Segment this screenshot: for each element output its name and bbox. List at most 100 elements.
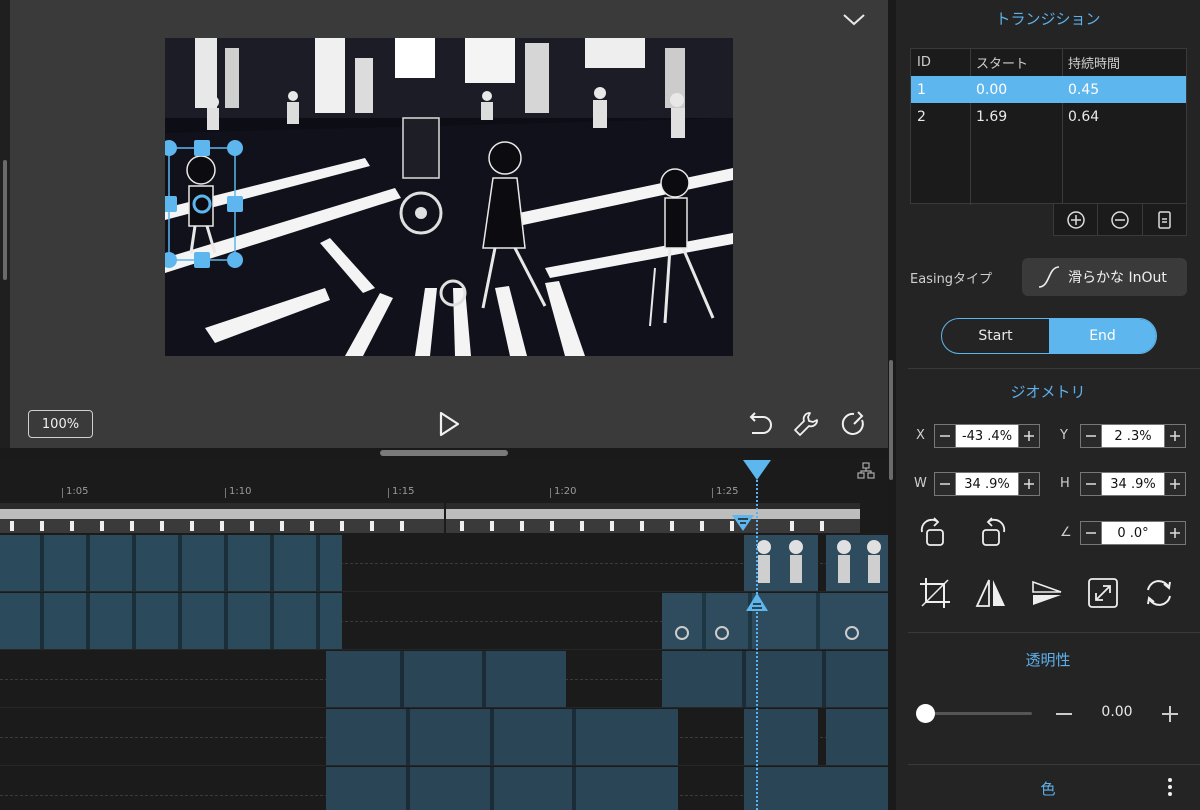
table-actions	[1053, 204, 1187, 236]
align-icon[interactable]	[1030, 576, 1064, 610]
undo-icon[interactable]	[742, 408, 774, 440]
fit-to-screen-icon[interactable]	[1086, 576, 1120, 610]
timeline-clip[interactable]	[0, 535, 342, 591]
minus-circle-icon	[1111, 210, 1129, 229]
row-start: 0.00	[976, 81, 1008, 98]
rotate-left-icon[interactable]	[974, 516, 1008, 550]
timeline-track[interactable]	[0, 651, 888, 708]
plus-icon	[1170, 479, 1180, 489]
ruler-tick	[225, 488, 226, 498]
table-row[interactable]: 1 0.00 0.45	[911, 76, 1186, 103]
timeline-track[interactable]	[0, 535, 888, 592]
ruler-tick-label: 1:15	[392, 486, 415, 497]
redo-icon[interactable]	[838, 408, 870, 440]
transition-detail-button[interactable]	[1141, 204, 1186, 235]
timeline-clip[interactable]	[0, 593, 342, 649]
playhead-handle[interactable]	[741, 458, 773, 482]
wrench-icon[interactable]	[790, 408, 822, 440]
row-duration: 0.64	[1068, 108, 1100, 125]
table-row[interactable]: 2 1.69 0.64	[911, 103, 1186, 130]
y-stepper[interactable]: 2 .3%	[1080, 423, 1188, 449]
section-divider	[908, 764, 1200, 765]
plus-icon	[1170, 528, 1180, 538]
timeline-clip[interactable]	[826, 535, 888, 591]
easing-label: Easingタイプ	[910, 272, 993, 287]
transition-marker-end-icon[interactable]	[731, 514, 755, 532]
timeline-track[interactable]	[0, 709, 888, 766]
timeline-clip[interactable]	[326, 767, 678, 810]
add-transition-button[interactable]	[1054, 204, 1097, 235]
section-divider	[908, 368, 1200, 369]
minus-icon	[1086, 483, 1096, 485]
w-decrement-button[interactable]	[934, 472, 956, 496]
angle-value-field[interactable]: 0 .0°	[1102, 521, 1164, 545]
layers-icon[interactable]	[857, 462, 875, 480]
ruler-tick-label: 1:10	[229, 486, 252, 497]
rotate-right-icon[interactable]	[918, 516, 952, 550]
w-increment-button[interactable]	[1018, 472, 1040, 496]
opacity-increment-button[interactable]	[1160, 704, 1180, 724]
h-increment-button[interactable]	[1164, 472, 1186, 496]
preview-scrollbar[interactable]	[3, 160, 7, 280]
play-icon[interactable]	[432, 408, 464, 440]
preview-resize-handle[interactable]	[380, 450, 508, 456]
plus-circle-icon	[1066, 210, 1085, 229]
timeline-clip[interactable]	[326, 651, 566, 707]
easing-type-button[interactable]: 滑らかな InOut	[1022, 258, 1187, 296]
chevron-down-icon[interactable]	[840, 8, 868, 30]
x-increment-button[interactable]	[1018, 424, 1040, 448]
timeline-scrollbar[interactable]	[889, 360, 893, 480]
w-value-field[interactable]: 34 .9%	[956, 472, 1018, 496]
column-header-id: ID	[917, 54, 931, 70]
transition-section-title: トランジション	[995, 10, 1101, 28]
end-segment[interactable]: End	[1049, 319, 1156, 353]
opacity-decrement-button[interactable]	[1054, 704, 1074, 724]
plus-icon	[1024, 431, 1034, 441]
opacity-value: 0.00	[1101, 704, 1133, 720]
x-value-field[interactable]: -43 .4%	[956, 424, 1018, 448]
y-increment-button[interactable]	[1164, 424, 1186, 448]
angle-stepper[interactable]: 0 .0°	[1080, 520, 1188, 546]
opacity-slider-track[interactable]	[926, 712, 1032, 715]
y-label: Y	[1060, 428, 1068, 443]
flip-horizontal-icon[interactable]	[974, 576, 1008, 610]
document-icon	[1158, 210, 1172, 229]
start-end-toggle[interactable]: Start End	[941, 318, 1157, 354]
x-stepper[interactable]: -43 .4%	[934, 423, 1042, 449]
row-start: 1.69	[976, 108, 1008, 125]
timeline-clip[interactable]	[826, 709, 888, 765]
y-decrement-button[interactable]	[1080, 424, 1102, 448]
crop-icon[interactable]	[918, 576, 952, 610]
reset-icon[interactable]	[1142, 576, 1176, 610]
inspector-panel: トランジション ID スタート 持続時間 1 0.00 0.45 2 1.69 …	[896, 0, 1200, 810]
angle-increment-button[interactable]	[1164, 521, 1186, 545]
h-decrement-button[interactable]	[1080, 472, 1102, 496]
x-decrement-button[interactable]	[934, 424, 956, 448]
angle-label: ∠	[1060, 525, 1072, 540]
opacity-section-title: 透明性	[1025, 651, 1071, 669]
start-segment[interactable]: Start	[942, 319, 1049, 353]
timeline[interactable]: 1:05 1:10 1:15 1:20 1:25	[0, 458, 888, 810]
timeline-clip[interactable]	[744, 767, 888, 810]
more-options-icon[interactable]	[1164, 776, 1176, 798]
minus-icon	[940, 483, 950, 485]
video-canvas[interactable]	[165, 38, 733, 356]
y-value-field[interactable]: 2 .3%	[1102, 424, 1164, 448]
timeline-clip[interactable]	[326, 709, 678, 765]
transition-table[interactable]: ID スタート 持続時間 1 0.00 0.45 2 1.69 0.64	[910, 48, 1187, 205]
w-stepper[interactable]: 34 .9%	[934, 471, 1042, 497]
video-frame-image	[165, 38, 733, 356]
geometry-section-title: ジオメトリ	[1010, 383, 1086, 401]
row-duration: 0.45	[1068, 81, 1100, 98]
timeline-clip[interactable]	[662, 593, 888, 649]
h-stepper[interactable]: 34 .9%	[1080, 471, 1188, 497]
ruler-tick-label: 1:05	[66, 486, 89, 497]
remove-transition-button[interactable]	[1097, 204, 1141, 235]
zoom-button[interactable]: 100%	[28, 410, 93, 438]
opacity-slider-knob[interactable]	[916, 704, 935, 723]
angle-decrement-button[interactable]	[1080, 521, 1102, 545]
transition-marker-start-icon[interactable]	[745, 592, 769, 612]
timeline-track[interactable]	[0, 767, 888, 810]
h-value-field[interactable]: 34 .9%	[1102, 472, 1164, 496]
timeline-clip[interactable]	[662, 651, 888, 707]
